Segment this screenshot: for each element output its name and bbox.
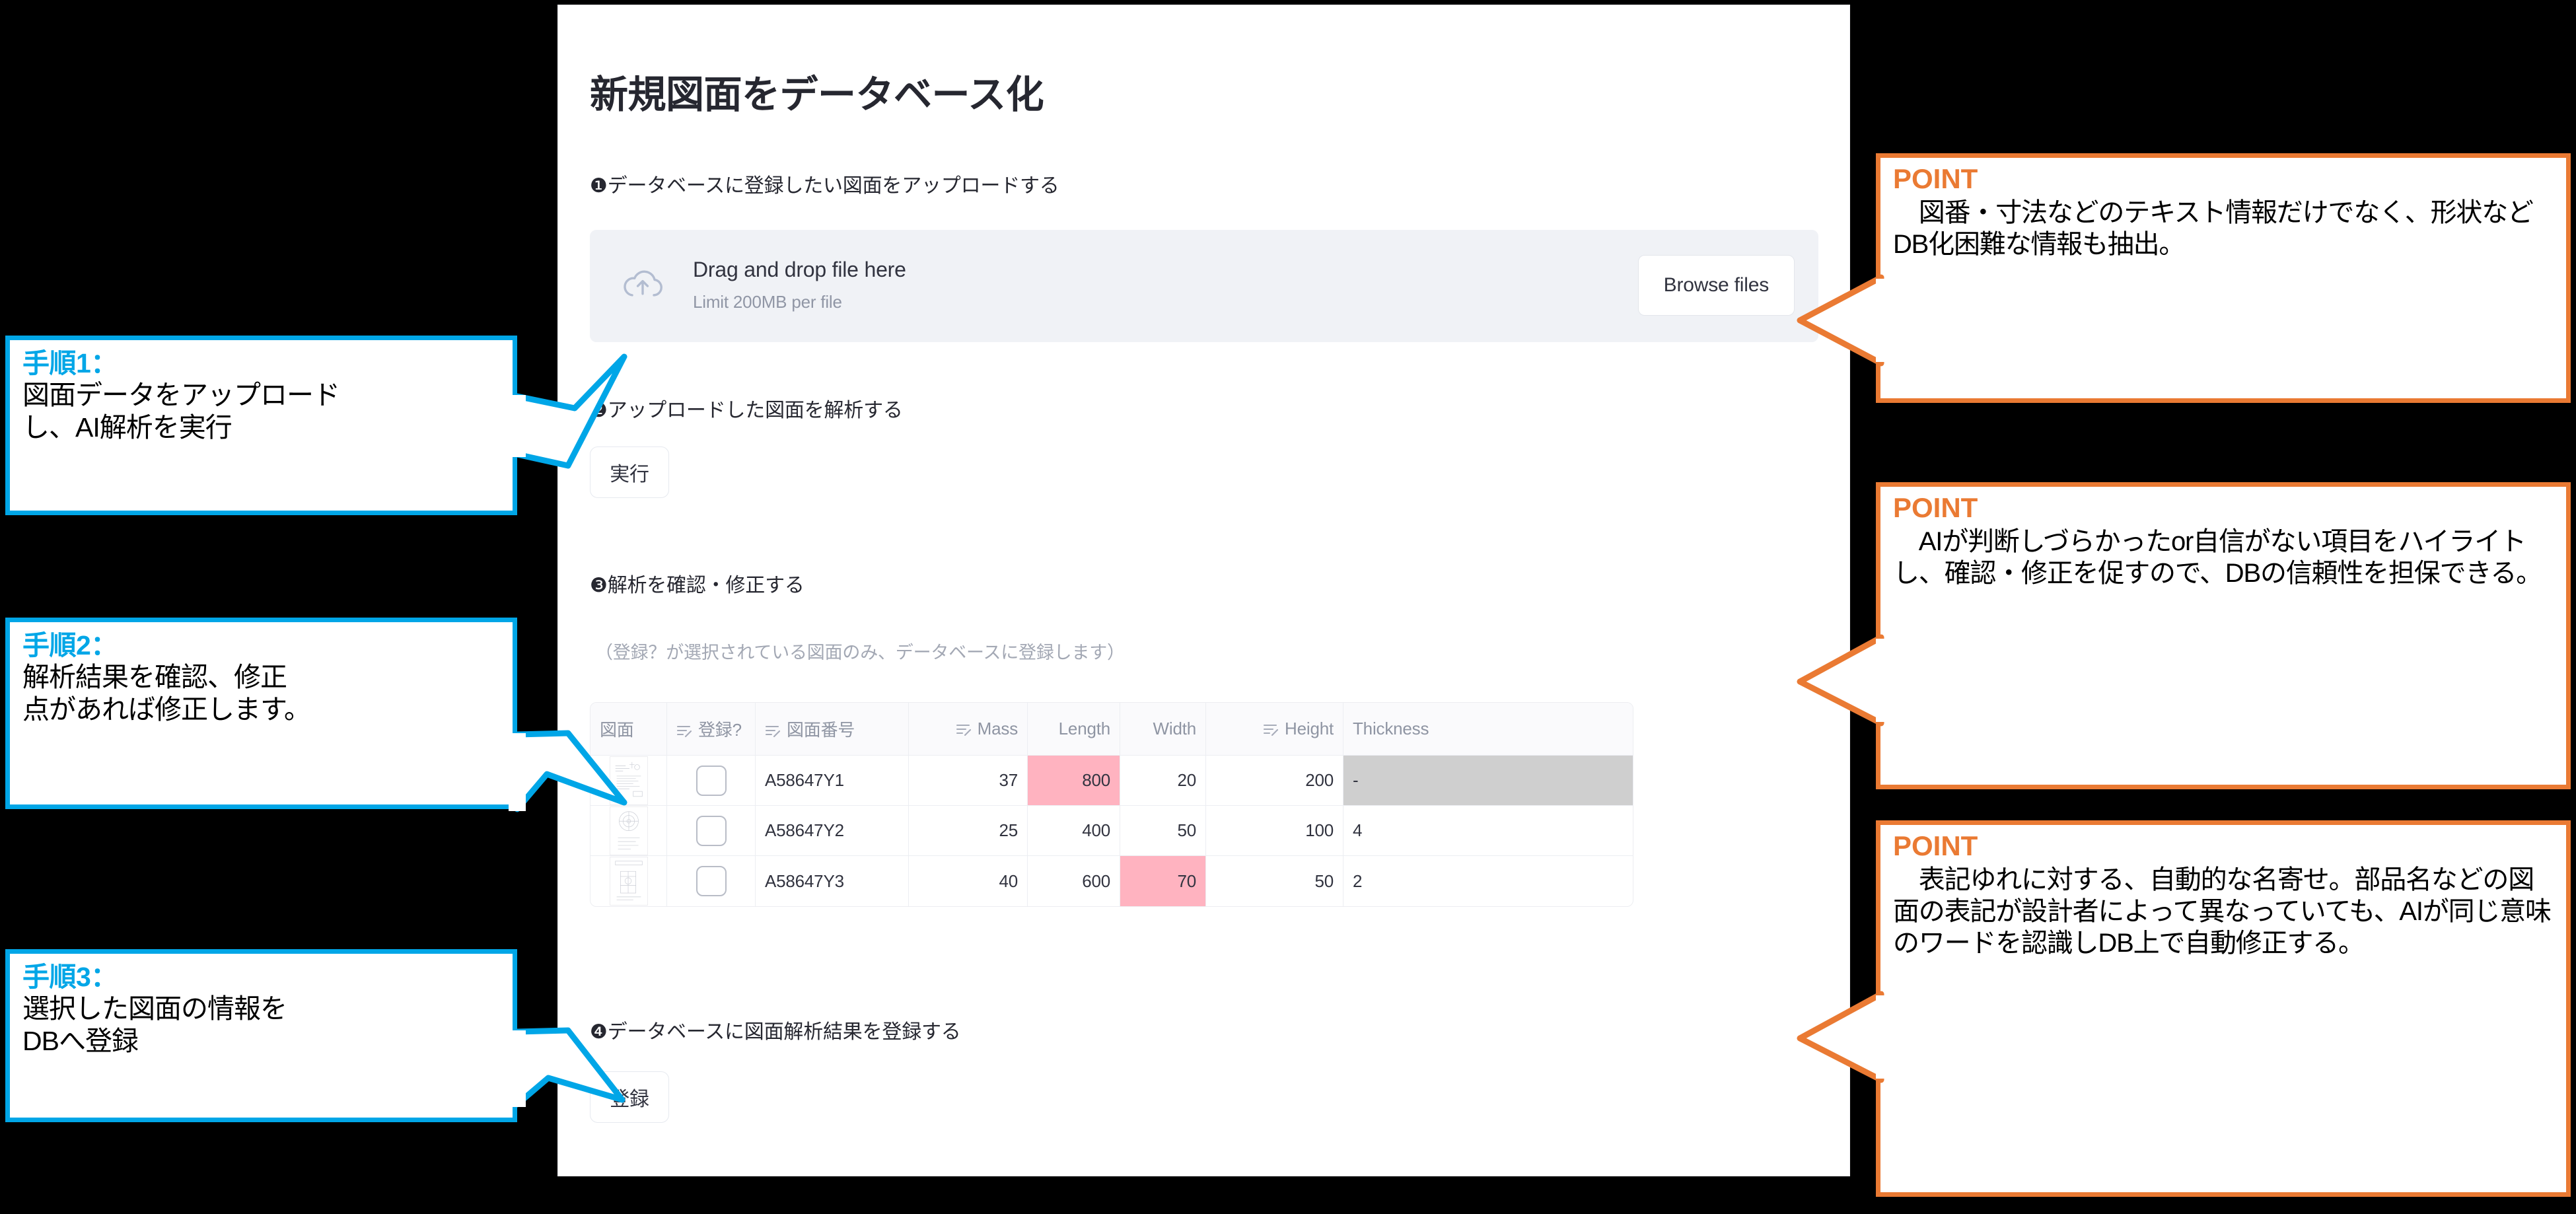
column-header-label: 図面番号 xyxy=(787,720,855,740)
point-box-2-tail xyxy=(1797,634,1894,727)
height-cell[interactable]: 200 xyxy=(1206,756,1343,806)
length-cell[interactable]: 600 xyxy=(1028,856,1120,906)
callout-1-body-text: 図面データをアップロード し、AI解析を実行 xyxy=(22,380,340,443)
dropzone-limit-text: Limit 200MB per file xyxy=(693,292,842,312)
table-column-header-width[interactable]: Width xyxy=(1120,703,1206,756)
callout-3-title: 手順3： xyxy=(22,962,118,992)
width-cell[interactable]: 50 xyxy=(1120,806,1206,856)
point-box-1: POINT 図番・寸法などのテキスト情報だけでなく、形状などDB化困難な情報も抽… xyxy=(1876,153,2571,403)
point-box-3-tail xyxy=(1797,991,1894,1083)
width-cell[interactable]: 70 xyxy=(1120,856,1206,906)
table-column-header-length[interactable]: Length xyxy=(1028,703,1120,756)
callout-2-body-text: 解析結果を確認、修正 点があれば修正します。 xyxy=(22,662,311,725)
height-cell[interactable]: 50 xyxy=(1206,856,1343,906)
callout-2-title: 手順2： xyxy=(22,630,118,661)
callout-1-tail xyxy=(509,353,627,469)
mass-cell[interactable]: 25 xyxy=(909,806,1028,856)
column-header-label: Width xyxy=(1153,719,1197,738)
width-cell[interactable]: 20 xyxy=(1120,756,1206,806)
mass-cell[interactable]: 40 xyxy=(909,856,1028,906)
point-box-3-title: POINT xyxy=(1893,830,1978,861)
table-header-row: 図面 登録? 図面番号 Mass Length Width Height Thickness xyxy=(590,703,1633,756)
point-box-1-title: POINT xyxy=(1893,163,1978,194)
step-1-label: ❶データベースに登録したい図面をアップロードする xyxy=(590,175,1059,197)
point-box-3: POINT 表記ゆれに対する、自動的な名寄せ。部品名などの図面の表記が設計者によ… xyxy=(1876,820,2571,1197)
length-cell[interactable]: 800 xyxy=(1028,756,1120,806)
mass-cell[interactable]: 37 xyxy=(909,756,1028,806)
table-column-header-thickness[interactable]: Thickness xyxy=(1343,703,1633,756)
register-checkbox[interactable] xyxy=(696,765,727,796)
drawing-number-cell[interactable]: A58647Y1 xyxy=(756,756,909,806)
point-box-1-text: POINT 図番・寸法などのテキスト情報だけでなく、形状などDB化困難な情報も抽… xyxy=(1893,162,2559,260)
column-header-label: Mass xyxy=(977,719,1019,738)
step-3-label: ❸解析を確認・修正する xyxy=(590,575,805,596)
point-box-2-text: POINT AIが判断しづらかったor自信がない項目をハイライトし、確認・修正を… xyxy=(1893,491,2559,589)
browse-files-button[interactable]: Browse files xyxy=(1637,255,1795,316)
callout-2-text: 手順2： 解析結果を確認、修正 点があれば修正します。 xyxy=(22,629,505,725)
table-row[interactable]: A58647Y2 25 400 50 100 4 xyxy=(590,806,1633,856)
table-column-header-height[interactable]: Height xyxy=(1206,703,1343,756)
thickness-cell[interactable]: 4 xyxy=(1343,806,1633,856)
point-box-2: POINT AIが判断しづらかったor自信がない項目をハイライトし、確認・修正を… xyxy=(1876,482,2571,789)
register-checkbox-cell[interactable] xyxy=(667,756,756,806)
column-header-label: Height xyxy=(1285,719,1334,738)
callout-1-text: 手順1： 図面データをアップロード し、AI解析を実行 xyxy=(22,347,505,443)
point-box-1-tail xyxy=(1797,274,1894,367)
step-3-note: （登録？が選択されている図面のみ、データベースに登録します） xyxy=(595,643,1125,662)
dropzone-main-text: Drag and drop file here xyxy=(693,258,906,281)
cloud-upload-icon xyxy=(620,263,665,308)
thickness-cell[interactable]: 2 xyxy=(1343,856,1633,906)
step-2-label: ❷アップロードした図面を解析する xyxy=(590,400,903,421)
page-title: 新規図面をデータベース化 xyxy=(590,73,1044,116)
point-box-2-title: POINT xyxy=(1893,492,1978,523)
column-header-label: 登録? xyxy=(698,720,742,740)
callout-2-tail xyxy=(509,730,627,812)
screenshot-root: 新規図面をデータベース化 ❶データベースに登録したい図面をアップロードする Dr… xyxy=(0,0,2576,1214)
point-box-2-body-text: AIが判断しづらかったor自信がない項目をハイライトし、確認・修正を促すので、D… xyxy=(1893,527,2542,589)
length-cell[interactable]: 400 xyxy=(1028,806,1120,856)
register-checkbox[interactable] xyxy=(696,866,727,896)
drawing-number-cell[interactable]: A58647Y3 xyxy=(756,856,909,906)
table-row[interactable]: A58647Y1 37 800 20 200- xyxy=(590,756,1633,806)
table-column-header-図面番号[interactable]: 図面番号 xyxy=(756,703,909,756)
column-header-label: Length xyxy=(1058,719,1111,738)
file-dropzone[interactable]: Drag and drop file here Limit 200MB per … xyxy=(590,230,1818,342)
register-checkbox[interactable] xyxy=(696,815,727,846)
step-callout-2: 手順2： 解析結果を確認、修正 点があれば修正します。 xyxy=(5,618,517,809)
column-header-label: Thickness xyxy=(1353,719,1429,738)
thickness-cell[interactable]: - xyxy=(1343,756,1633,806)
height-cell[interactable]: 100 xyxy=(1206,806,1343,856)
table-row[interactable]: A58647Y3 40 600 70 50 2 xyxy=(590,856,1633,906)
app-panel: 新規図面をデータベース化 ❶データベースに登録したい図面をアップロードする Dr… xyxy=(558,5,1849,1176)
callout-3-text: 手順3： 選択した図面の情報を DBへ登録 xyxy=(22,961,505,1057)
callout-3-body-text: 選択した図面の情報を DBへ登録 xyxy=(22,993,287,1056)
callout-3-tail xyxy=(509,1027,626,1108)
register-checkbox-cell[interactable] xyxy=(667,856,756,906)
analysis-result-table[interactable]: 図面 登録? 図面番号 Mass Length Width Height Thickness … xyxy=(590,702,1633,907)
step-callout-1: 手順1： 図面データをアップロード し、AI解析を実行 xyxy=(5,336,517,515)
point-box-3-body-text: 表記ゆれに対する、自動的な名寄せ。部品名などの図面の表記が設計者によって異なって… xyxy=(1893,865,2552,958)
table-column-header-mass[interactable]: Mass xyxy=(909,703,1028,756)
point-box-3-text: POINT 表記ゆれに対する、自動的な名寄せ。部品名などの図面の表記が設計者によ… xyxy=(1893,830,2559,959)
step-callout-3: 手順3： 選択した図面の情報を DBへ登録 xyxy=(5,949,517,1122)
register-checkbox-cell[interactable] xyxy=(667,806,756,856)
point-box-1-body-text: 図番・寸法などのテキスト情報だけでなく、形状などDB化困難な情報も抽出。 xyxy=(1893,198,2534,260)
table-column-header-登録[interactable]: 登録? xyxy=(667,703,756,756)
callout-1-title: 手順1： xyxy=(22,348,118,378)
drawing-number-cell[interactable]: A58647Y2 xyxy=(756,806,909,856)
